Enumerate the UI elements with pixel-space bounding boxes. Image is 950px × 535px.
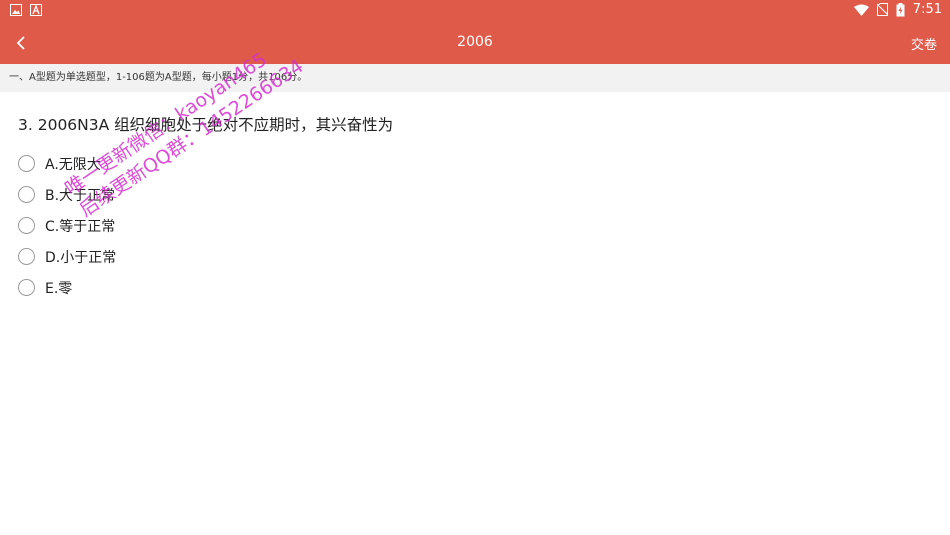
section-header: 一、A型题为单选题型，1-106题为A型题，每小题1分，共106分。 bbox=[0, 64, 950, 92]
no-sim-icon bbox=[876, 3, 888, 16]
status-bar: 7:51 bbox=[0, 0, 950, 22]
option-label: E.零 bbox=[45, 280, 73, 297]
wifi-icon bbox=[853, 4, 869, 16]
status-right: 7:51 bbox=[853, 2, 942, 17]
option-label: D.小于正常 bbox=[45, 249, 117, 266]
battery-icon bbox=[896, 2, 905, 16]
image-icon bbox=[10, 4, 22, 16]
app-bar: 2006 交卷 bbox=[0, 22, 950, 64]
radio-button[interactable] bbox=[18, 186, 35, 203]
options-list: A.无限大 B.大于正常 C.等于正常 D.小于正常 E.零 bbox=[18, 148, 116, 303]
option-a[interactable]: A.无限大 bbox=[18, 148, 116, 179]
page-title: 2006 bbox=[457, 34, 493, 50]
status-left-icons bbox=[10, 4, 42, 16]
question-text: 3. 2006N3A 组织细胞处于绝对不应期时，其兴奋性为 bbox=[18, 116, 394, 134]
radio-button[interactable] bbox=[18, 217, 35, 234]
radio-button[interactable] bbox=[18, 155, 35, 172]
radio-button[interactable] bbox=[18, 248, 35, 265]
option-d[interactable]: D.小于正常 bbox=[18, 241, 116, 272]
submit-button[interactable]: 交卷 bbox=[911, 34, 937, 53]
font-icon bbox=[30, 4, 42, 16]
option-label: B.大于正常 bbox=[45, 187, 116, 204]
option-label: A.无限大 bbox=[45, 156, 101, 173]
radio-button[interactable] bbox=[18, 279, 35, 296]
status-time: 7:51 bbox=[912, 2, 942, 17]
option-c[interactable]: C.等于正常 bbox=[18, 210, 116, 241]
option-b[interactable]: B.大于正常 bbox=[18, 179, 116, 210]
option-label: C.等于正常 bbox=[45, 218, 116, 235]
option-e[interactable]: E.零 bbox=[18, 272, 116, 303]
